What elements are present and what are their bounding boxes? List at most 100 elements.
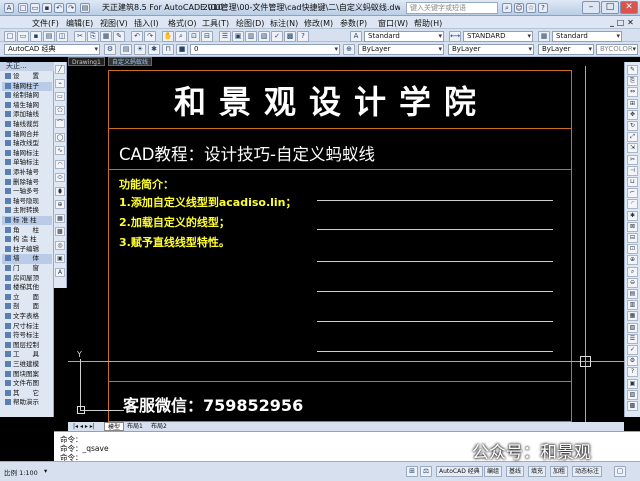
menu-parametric[interactable]: 参数(P) xyxy=(340,18,367,29)
menu-window[interactable]: 窗口(W) xyxy=(378,18,408,29)
palette-item[interactable]: 立 面 xyxy=(2,293,52,302)
xline-icon[interactable]: ⌁ xyxy=(55,78,65,88)
palette-item[interactable]: 三维建模 xyxy=(2,360,52,369)
ant-line-4[interactable] xyxy=(317,291,553,292)
modify-tool-icon[interactable]: ▥ xyxy=(627,300,638,311)
text-style-icon[interactable]: A xyxy=(350,31,362,42)
menu-modify[interactable]: 修改(M) xyxy=(304,18,333,29)
modify-tool-icon[interactable]: ✓ xyxy=(627,345,638,355)
modify-tool-icon[interactable]: ⊡ xyxy=(627,244,638,255)
palette-item[interactable]: 尺寸标注 xyxy=(2,322,52,331)
palette-item[interactable]: 墙生轴网 xyxy=(2,101,52,110)
modify-tool-icon[interactable]: ▤ xyxy=(627,289,638,299)
nav-arrows-icon[interactable]: |◂ ◂ ▸ ▸| xyxy=(70,422,98,431)
modify-tool-icon[interactable]: ✎ xyxy=(627,65,638,75)
tab-layout1[interactable]: 布局1 xyxy=(124,422,146,431)
layer-freeze-icon[interactable]: ✱ xyxy=(148,44,160,55)
modify-tool-icon[interactable]: ◜ xyxy=(627,199,638,210)
modify-tool-icon[interactable]: ⊣ xyxy=(627,165,638,176)
open-file-icon[interactable]: ▭ xyxy=(30,3,40,13)
modify-tool-icon[interactable]: ☰ xyxy=(627,333,638,344)
properties-icon[interactable]: ☰ xyxy=(219,31,231,42)
palette-item[interactable]: 其 它 xyxy=(2,389,52,398)
modify-tool-icon[interactable]: ⊞ xyxy=(627,98,638,109)
linetype-select[interactable]: ByLayer xyxy=(448,44,534,55)
zoom-previous-icon[interactable]: ⊟ xyxy=(201,31,213,42)
palette-item[interactable]: 添加轴线 xyxy=(2,110,52,119)
modify-tool-icon[interactable]: ▨ xyxy=(627,389,638,400)
palette-item[interactable]: 帮助演示 xyxy=(2,398,52,407)
insert-block-icon[interactable]: ⊕ xyxy=(55,200,65,209)
modify-tool-icon[interactable]: ⇲ xyxy=(627,143,638,154)
save-icon[interactable]: ▪ xyxy=(42,3,52,13)
save-icon-2[interactable]: ▪ xyxy=(30,31,42,42)
menu-help[interactable]: 帮助(H) xyxy=(414,18,442,29)
modify-tool-icon[interactable]: ⌕ xyxy=(627,266,638,277)
drawing-canvas[interactable]: 和景观设计学院 CAD教程：设计技巧-自定义蚂蚁线 功能简介： 1.添加自定义线… xyxy=(68,66,624,422)
modify-tool-icon[interactable]: ✂ xyxy=(627,154,638,165)
ant-line-2[interactable] xyxy=(317,229,553,230)
palette-item[interactable]: 添补轴号 xyxy=(2,168,52,177)
spline-icon[interactable]: ∿ xyxy=(55,146,65,155)
workspace-settings-icon[interactable]: ⚙ xyxy=(104,44,116,55)
menu-view[interactable]: 视图(V) xyxy=(100,18,128,29)
redo-icon[interactable]: ↷ xyxy=(66,3,76,13)
minimize-button[interactable]: – xyxy=(582,1,600,14)
annotation-icon[interactable]: ⚖ xyxy=(420,466,432,477)
modify-tool-icon[interactable]: ⇔ xyxy=(627,87,638,98)
plotstyle-select[interactable]: BYCOLOR xyxy=(596,44,638,55)
group-toggle[interactable]: 编组 xyxy=(484,466,503,477)
palette-item[interactable]: 工 具 xyxy=(2,350,52,359)
color-select[interactable]: ByLayer xyxy=(358,44,444,55)
tool-palette-icon[interactable]: ▥ xyxy=(245,31,257,42)
palette-item[interactable]: 一轴多号 xyxy=(2,187,52,196)
zoom-window-icon[interactable]: ⊡ xyxy=(188,31,200,42)
palette-item[interactable]: 符号标注 xyxy=(2,331,52,340)
scale-indicator[interactable]: 比例 1:100 xyxy=(4,467,38,477)
fill-toggle[interactable]: 填充 xyxy=(528,466,547,477)
layer-select[interactable]: 0 xyxy=(190,44,340,55)
menu-insert[interactable]: 插入(I) xyxy=(134,18,159,29)
match-prop-icon[interactable]: ✎ xyxy=(113,31,125,42)
menu-tools[interactable]: 工具(T) xyxy=(202,18,229,29)
pan-icon[interactable]: ✋ xyxy=(162,31,174,42)
palette-item[interactable]: 剖 面 xyxy=(2,302,52,311)
palette-item[interactable]: 轴网柱子 xyxy=(2,81,52,91)
palette-item[interactable]: 轴网合并 xyxy=(2,130,52,139)
palette-item[interactable]: 门 窗 xyxy=(2,264,52,273)
search-icon[interactable]: ⌕ xyxy=(502,3,512,13)
menu-edit[interactable]: 编辑(E) xyxy=(66,18,93,29)
undo-icon-2[interactable]: ↶ xyxy=(131,31,143,42)
cut-icon[interactable]: ✂ xyxy=(74,31,86,42)
layer-manager-icon[interactable]: ▤ xyxy=(120,44,132,55)
redo-icon-2[interactable]: ↷ xyxy=(144,31,156,42)
close-button[interactable]: ✕ xyxy=(620,1,638,14)
workspace-select[interactable]: AutoCAD 经典 xyxy=(4,44,100,55)
palette-item[interactable]: 房间屋顶 xyxy=(2,274,52,283)
arc-icon[interactable]: ⌒ xyxy=(55,119,65,128)
modify-tool-icon[interactable]: ⊠ xyxy=(627,221,638,232)
baseline-toggle[interactable]: 基线 xyxy=(506,466,525,477)
modify-tool-icon[interactable]: ⌐ xyxy=(627,188,638,199)
ant-line-6[interactable] xyxy=(317,351,553,352)
modify-tool-icon[interactable]: ▦ xyxy=(627,311,638,322)
dynamic-dim-toggle[interactable]: 动态标注 xyxy=(572,466,603,477)
dim-style-select[interactable]: STANDARD xyxy=(463,31,533,42)
palette-item[interactable]: 轴网标注 xyxy=(2,149,52,158)
model-space-icon[interactable]: ⊞ xyxy=(406,466,418,477)
ant-line-5[interactable] xyxy=(317,321,553,322)
palette-item[interactable]: 标 准 柱 xyxy=(2,216,52,226)
modify-tool-icon[interactable]: ▩ xyxy=(627,401,638,411)
dim-style-icon[interactable]: ⟷ xyxy=(449,31,461,42)
make-current-icon[interactable]: ⊕ xyxy=(343,44,355,55)
preview-icon[interactable]: ◫ xyxy=(56,31,68,42)
bold-toggle[interactable]: 加粗 xyxy=(550,466,569,477)
mtext-icon[interactable]: A xyxy=(55,267,65,277)
palette-item[interactable]: 轴号隐现 xyxy=(2,197,52,206)
palette-item[interactable]: 图层控制 xyxy=(2,341,52,350)
new-icon[interactable]: □ xyxy=(4,31,16,42)
ant-line-3[interactable] xyxy=(317,261,553,262)
tab-model[interactable]: 模型 xyxy=(104,422,125,431)
open-icon[interactable]: ▭ xyxy=(17,31,29,42)
palette-item[interactable]: 构 造 柱 xyxy=(2,235,52,244)
